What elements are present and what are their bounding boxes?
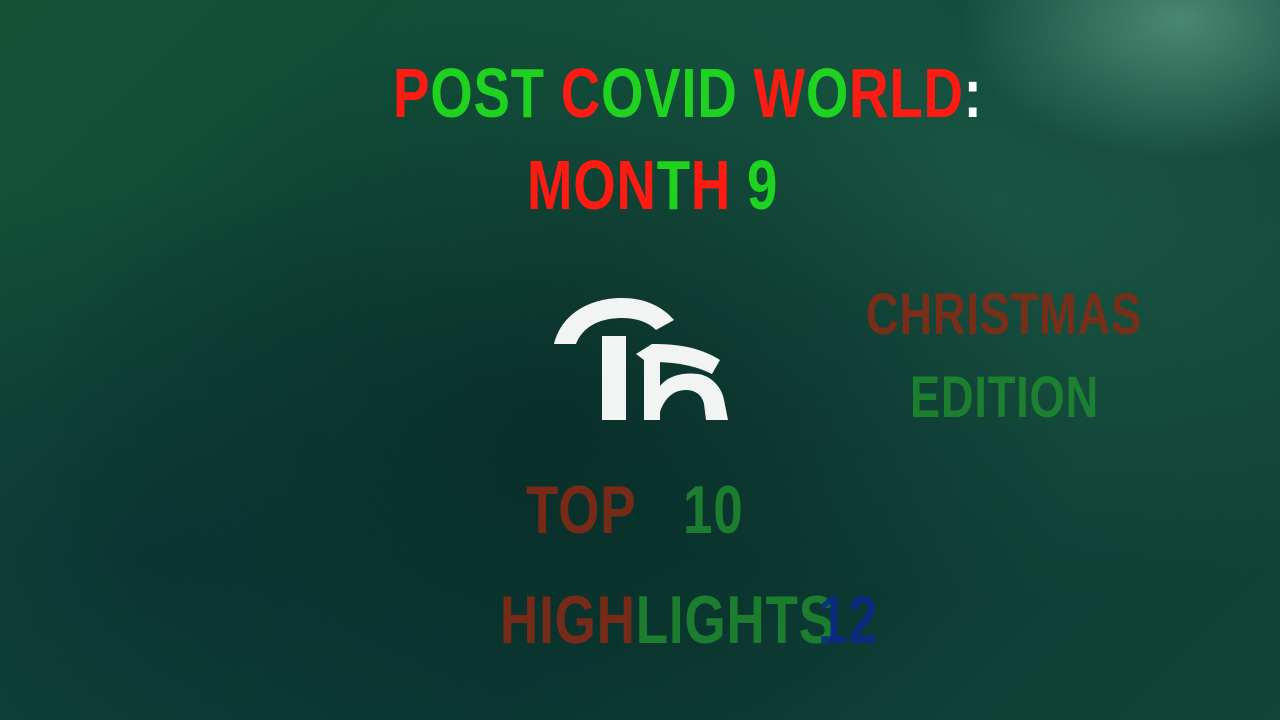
edition-label: EDITION [910, 365, 1099, 430]
title-seg: P [393, 54, 431, 132]
title-seg: OVID [600, 54, 754, 132]
highlights-label: HIGHLIGHTS [500, 586, 835, 654]
title-seg: C [560, 54, 601, 132]
top-number: 10 [683, 472, 744, 548]
christmas-label: CHRISTMAS [866, 282, 1142, 347]
title-seg: W [753, 54, 806, 132]
title-seg: RL [849, 54, 924, 132]
tx-logo-icon [554, 298, 728, 420]
title-seg: O [805, 54, 850, 132]
title-seg: : [963, 54, 983, 132]
highlights-number: 12 [818, 582, 879, 658]
title-line-2: MONTH 9 [527, 150, 778, 220]
title-line-1: POST COVID WORLD: [393, 58, 983, 128]
title-seg: D [923, 54, 964, 132]
title-seg: H [690, 146, 748, 224]
title-seg: N [616, 146, 657, 224]
title-seg: OST [430, 54, 561, 132]
title-seg: MO [527, 146, 617, 224]
top-label: TOP [526, 472, 637, 548]
highlights-part-1: HIGH [500, 582, 636, 658]
title-seg: 9 [747, 146, 779, 224]
title-seg: T [656, 146, 691, 224]
highlights-part-2: LIGHTS [635, 582, 835, 658]
